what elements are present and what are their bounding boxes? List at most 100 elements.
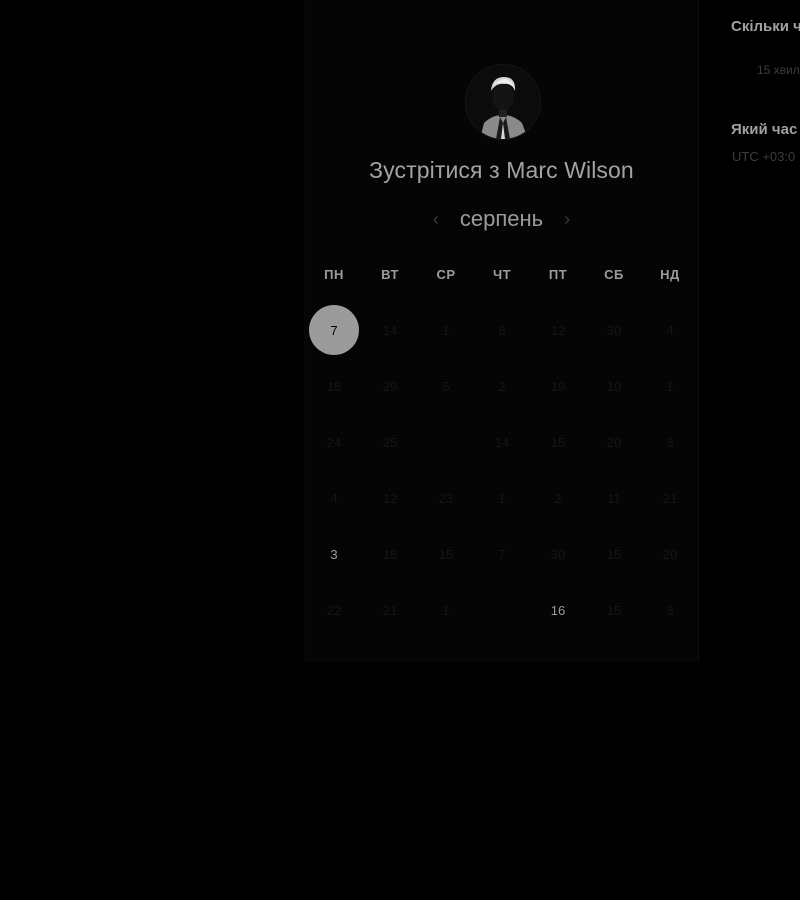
weekday-header: ПН ВТ СР ЧТ ПТ СБ НД (306, 267, 698, 282)
day-number: 15 (438, 546, 454, 562)
calendar-grid: 7 14 1 8 12 30 4 18 29 5 2 19 10 1 24 25 14 15 20 3 4 12 23 1 2 1… (306, 302, 698, 638)
day-number: 3 (666, 434, 674, 450)
day-number: 29 (382, 378, 398, 394)
day-number: 16 (550, 602, 566, 618)
weekday-label: ПТ (548, 267, 568, 282)
day-number: 7 (309, 305, 359, 355)
day-number: 2 (554, 490, 562, 506)
day-number: 30 (606, 322, 622, 338)
weekday-label: ЧТ (492, 267, 512, 282)
calendar-day: 22 (306, 582, 362, 638)
calendar-day: 29 (362, 358, 418, 414)
selected-day[interactable]: 7 (306, 302, 362, 358)
day-number: 14 (382, 322, 398, 338)
avatar-portrait-icon (466, 65, 540, 139)
weekday-label: СБ (604, 267, 624, 282)
day-number: 18 (382, 546, 398, 562)
calendar-day: 23 (418, 470, 474, 526)
calendar-day (418, 414, 474, 470)
calendar-day: 3 (642, 582, 698, 638)
day-number: 14 (494, 434, 510, 450)
day-number: 21 (662, 490, 678, 506)
calendar-day: 1 (642, 358, 698, 414)
calendar-day: 19 (530, 358, 586, 414)
calendar-day (474, 582, 530, 638)
weekday-label: СР (436, 267, 456, 282)
chevron-right-icon[interactable]: › (561, 209, 573, 229)
day-number: 4 (666, 322, 674, 338)
day-number: 5 (442, 378, 450, 394)
calendar-day: 4 (306, 470, 362, 526)
month-label: серпень (459, 206, 544, 231)
calendar-day: 10 (586, 358, 642, 414)
calendar-day: 8 (474, 302, 530, 358)
calendar-day: 18 (306, 358, 362, 414)
weekday-label: ПН (324, 267, 344, 282)
day-number: 24 (326, 434, 342, 450)
calendar-day: 12 (362, 470, 418, 526)
calendar-day: 20 (642, 526, 698, 582)
calendar-day: 4 (642, 302, 698, 358)
timezone-question: Який час (731, 121, 798, 138)
calendar-day: 15 (530, 414, 586, 470)
calendar-day: 20 (586, 414, 642, 470)
calendar-day: 18 (362, 526, 418, 582)
calendar-day: 12 (530, 302, 586, 358)
details-panel: Скільки ч 15 хвил Який час UTC +03:0 (731, 0, 800, 200)
day-number: 20 (662, 546, 678, 562)
day-number: 8 (498, 322, 506, 338)
day-number: 21 (382, 602, 398, 618)
day-number: 3 (666, 602, 674, 618)
duration-question: Скільки ч (731, 18, 800, 35)
day-number: 1 (498, 490, 506, 506)
day-number: 4 (330, 490, 338, 506)
day-number: 7 (498, 546, 506, 562)
calendar-day: 2 (474, 358, 530, 414)
calendar-day: 1 (474, 470, 530, 526)
timezone-value[interactable]: UTC +03:0 (732, 149, 795, 164)
calendar-day: 11 (586, 470, 642, 526)
calendar-day: 15 (418, 526, 474, 582)
weekday-label: ВТ (381, 267, 399, 282)
calendar-day: 15 (586, 582, 642, 638)
calendar-day[interactable]: 3 (306, 526, 362, 582)
calendar-day: 3 (642, 414, 698, 470)
calendar-day: 14 (474, 414, 530, 470)
day-number: 15 (606, 546, 622, 562)
day-number: 2 (498, 378, 506, 394)
page-title: Зустрітися з Marc Wilson (369, 157, 634, 183)
day-number: 12 (382, 490, 398, 506)
day-number: 1 (666, 378, 674, 394)
duration-option[interactable]: 15 хвил (757, 63, 800, 77)
day-number: 1 (442, 322, 450, 338)
day-number: 20 (606, 434, 622, 450)
calendar-day: 2 (530, 470, 586, 526)
chevron-left-icon[interactable]: ‹ (430, 209, 442, 229)
calendar-day[interactable]: 16 (530, 582, 586, 638)
calendar-day: 21 (362, 582, 418, 638)
day-number: 11 (607, 490, 621, 506)
calendar-day: 30 (586, 302, 642, 358)
day-number: 23 (438, 490, 454, 506)
calendar-day: 7 (474, 526, 530, 582)
weekday-label: НД (660, 267, 680, 282)
day-number: 10 (606, 378, 622, 394)
calendar-day: 25 (362, 414, 418, 470)
calendar-day: 14 (362, 302, 418, 358)
calendar-day: 30 (530, 526, 586, 582)
calendar-day: 1 (418, 582, 474, 638)
day-number: 1 (442, 602, 450, 618)
calendar-day: 1 (418, 302, 474, 358)
day-number: 18 (326, 378, 342, 394)
day-number: 19 (550, 378, 566, 394)
day-number: 25 (382, 434, 398, 450)
calendar-day: 5 (418, 358, 474, 414)
day-number: 3 (330, 546, 338, 562)
calendar-day: 21 (642, 470, 698, 526)
day-number: 15 (550, 434, 566, 450)
day-number: 22 (326, 602, 342, 618)
calendar-day: 15 (586, 526, 642, 582)
host-avatar (465, 64, 541, 140)
month-navigation: ‹ серпень › (305, 204, 698, 234)
day-number: 30 (550, 546, 566, 562)
